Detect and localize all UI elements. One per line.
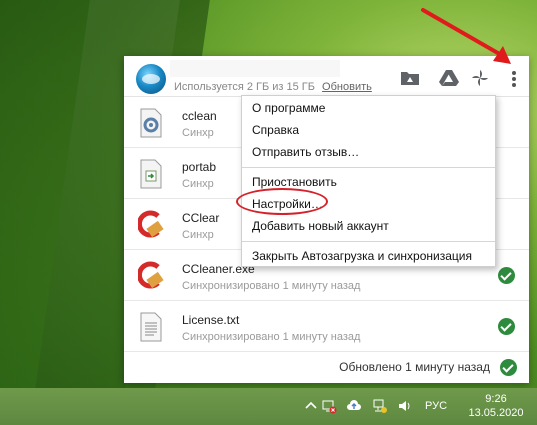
taskbar: РУС 9:26 13.05.2020 [0,388,537,425]
avatar[interactable] [136,64,166,94]
menu-divider [242,167,495,168]
storage-usage-text: Используется 2 ГБ из 15 ГБ [174,81,315,93]
system-clock[interactable]: 9:26 13.05.2020 [466,392,526,420]
panel-footer: Обновлено 1 минуту назад [124,352,529,383]
synced-check-icon [498,267,515,284]
upgrade-link[interactable]: Обновить [322,81,372,93]
synced-check-icon [498,318,515,335]
text-file-icon [140,312,162,342]
file-status: Синхронизировано 1 минуту назад [182,280,361,292]
highlight-ellipse [236,188,328,215]
language-indicator[interactable]: РУС [425,400,447,412]
file-name: cclean [182,109,217,123]
file-status: Синхр [182,229,214,241]
menu-divider [242,241,495,242]
ccleaner-icon [138,210,164,238]
speaker-icon[interactable] [397,398,413,414]
menu-item-quit[interactable]: Закрыть Автозагрузка и синхронизация [242,245,495,267]
backup-sync-cloud-icon[interactable] [346,398,362,414]
account-email-redacted [170,60,340,77]
file-name: License.txt [182,313,240,327]
chevron-up-icon[interactable] [303,398,319,414]
file-status: Синхронизировано 1 минуту назад [182,331,361,343]
clock-time: 9:26 [485,393,507,405]
synced-check-icon [500,359,517,376]
menu-item-add-account[interactable]: Добавить новый аккаунт [242,215,495,237]
menu-item-about[interactable]: О программе [242,97,495,119]
file-name: CClear [182,211,220,225]
no-network-icon[interactable] [321,398,337,414]
context-menu: О программе Справка Отправить отзыв… При… [241,95,496,267]
menu-item-help[interactable]: Справка [242,119,495,141]
settings-file-icon [140,108,162,138]
file-name: portab [182,160,217,174]
file-status: Синхр [182,127,214,139]
exe-file-icon [140,159,162,189]
file-status: Синхр [182,178,214,190]
network-adapter-icon[interactable] [372,398,388,414]
storage-usage: Используется 2 ГБ из 15 ГБ Обновить [174,81,372,93]
red-arrow-annotation [421,8,511,64]
last-updated-text: Обновлено 1 минуту назад [339,360,490,374]
menu-item-feedback[interactable]: Отправить отзыв… [242,141,495,163]
clock-date: 13.05.2020 [468,407,524,419]
ccleaner-icon [138,261,164,289]
list-item[interactable]: License.txt Синхронизировано 1 минуту на… [124,301,529,352]
